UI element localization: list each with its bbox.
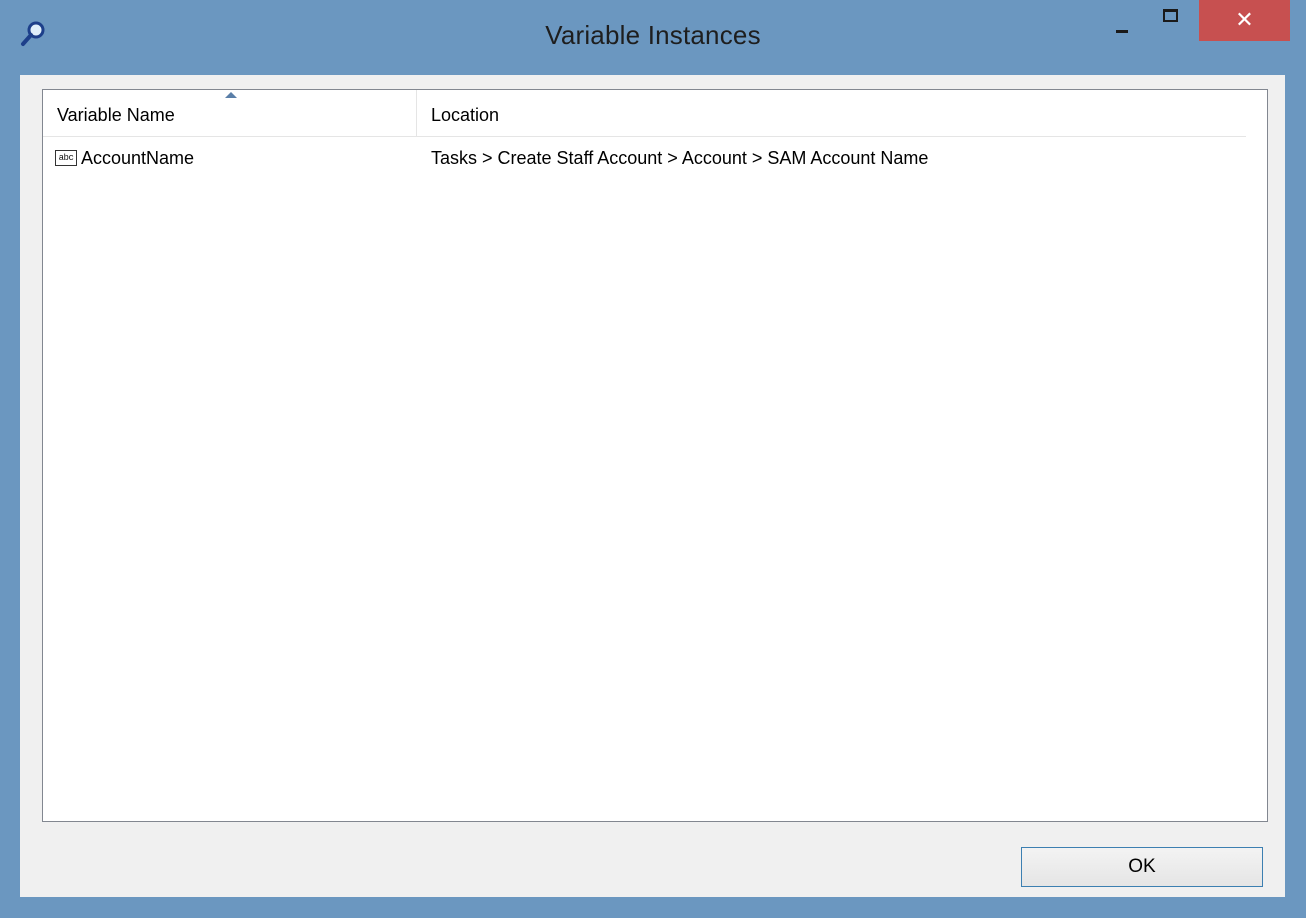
- list-header: Variable Name Location: [43, 90, 1246, 137]
- variable-name-cell: abc AccountName: [55, 142, 194, 174]
- maximize-button[interactable]: [1149, 0, 1193, 40]
- close-icon: ✕: [1235, 7, 1254, 32]
- variable-instances-list[interactable]: Variable Name Location abc AccountName Ta…: [42, 89, 1268, 822]
- minimize-button[interactable]: [1100, 0, 1144, 40]
- title-bar[interactable]: Variable Instances ✕: [0, 0, 1306, 75]
- list-item[interactable]: abc AccountName Tasks > Create Staff Acco…: [43, 142, 1246, 174]
- text-variable-icon: abc: [55, 149, 77, 166]
- variable-instances-window: Variable Instances ✕ Variable Name Locat…: [0, 0, 1306, 918]
- sort-ascending-icon: [225, 92, 237, 98]
- location-cell: Tasks > Create Staff Account > Account >…: [431, 148, 929, 168]
- close-button[interactable]: ✕: [1199, 0, 1290, 41]
- column-header-location[interactable]: Location: [417, 90, 1246, 136]
- column-header-variable-name-label: Variable Name: [57, 105, 175, 125]
- column-header-location-label: Location: [431, 105, 500, 125]
- dialog-client-area: Variable Name Location abc AccountName Ta…: [20, 75, 1285, 897]
- ok-button[interactable]: OK: [1021, 847, 1263, 887]
- variable-name: AccountName: [81, 148, 195, 168]
- column-header-variable-name[interactable]: Variable Name: [43, 90, 417, 136]
